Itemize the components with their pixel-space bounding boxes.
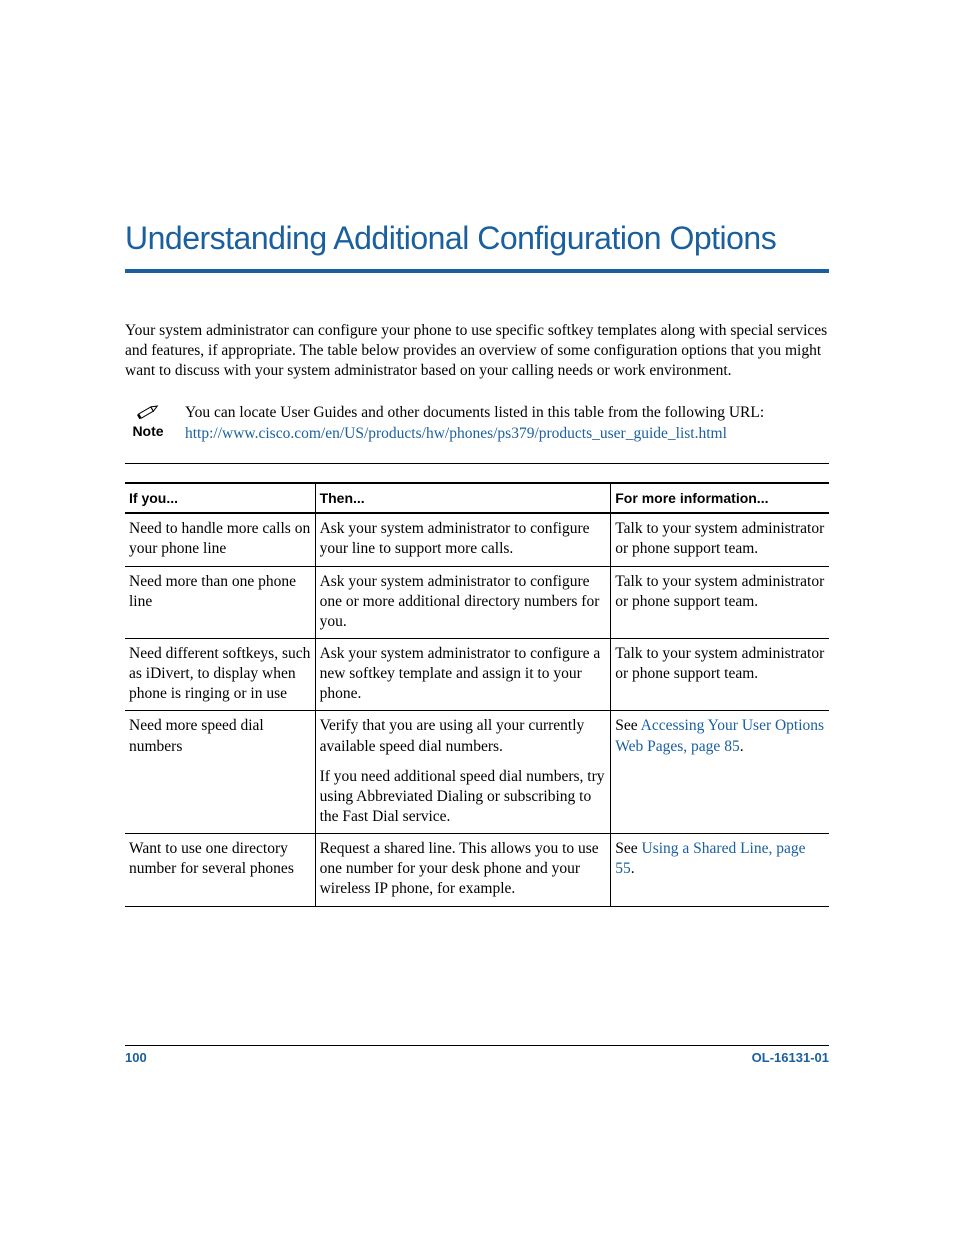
cell-info: Talk to your system administrator or pho… bbox=[611, 513, 829, 566]
note-text: You can locate User Guides and other doc… bbox=[185, 403, 829, 445]
cell-info: See Using a Shared Line, page 55. bbox=[611, 834, 829, 906]
cell-then: Request a shared line. This allows you t… bbox=[315, 834, 611, 906]
link-using-shared-line[interactable]: Using a Shared Line, page 55 bbox=[615, 840, 805, 877]
table-header-then: Then... bbox=[315, 483, 611, 513]
table-header-more-info: For more information... bbox=[611, 483, 829, 513]
cell-if: Want to use one directory number for sev… bbox=[125, 834, 315, 906]
cell-info: See Accessing Your User Options Web Page… bbox=[611, 711, 829, 834]
cell-info-suffix: . bbox=[631, 860, 635, 877]
page-number: 100 bbox=[125, 1050, 147, 1065]
cell-then-p2: If you need additional speed dial number… bbox=[320, 767, 607, 827]
cell-if: Need to handle more calls on your phone … bbox=[125, 513, 315, 566]
cell-info: Talk to your system administrator or pho… bbox=[611, 566, 829, 638]
cell-then: Ask your system administrator to configu… bbox=[315, 513, 611, 566]
table-row: Need more speed dial numbers Verify that… bbox=[125, 711, 829, 834]
note-body: You can locate User Guides and other doc… bbox=[185, 404, 764, 421]
cell-if: Need more speed dial numbers bbox=[125, 711, 315, 834]
link-accessing-user-options[interactable]: Accessing Your User Options Web Pages, p… bbox=[615, 717, 824, 754]
page-footer: 100 OL-16131-01 bbox=[125, 1045, 829, 1065]
cell-then: Ask your system administrator to configu… bbox=[315, 566, 611, 638]
note-url-link[interactable]: http://www.cisco.com/en/US/products/hw/p… bbox=[185, 425, 727, 442]
table-row: Need different softkeys, such as iDivert… bbox=[125, 638, 829, 710]
page-title: Understanding Additional Configuration O… bbox=[125, 220, 829, 257]
note-divider bbox=[125, 463, 829, 464]
cell-info: Talk to your system administrator or pho… bbox=[611, 638, 829, 710]
title-rule bbox=[125, 269, 829, 273]
cell-then: Ask your system administrator to configu… bbox=[315, 638, 611, 710]
table-header-if-you: If you... bbox=[125, 483, 315, 513]
config-options-table: If you... Then... For more information..… bbox=[125, 482, 829, 906]
cell-then-p1: Verify that you are using all your curre… bbox=[320, 716, 607, 756]
note-block: Note You can locate User Guides and othe… bbox=[125, 403, 829, 445]
note-label: Note bbox=[132, 423, 163, 439]
cell-then: Verify that you are using all your curre… bbox=[315, 711, 611, 834]
cell-info-suffix: . bbox=[740, 738, 744, 755]
cell-info-prefix: See bbox=[615, 840, 641, 857]
cell-if: Need different softkeys, such as iDivert… bbox=[125, 638, 315, 710]
table-row: Need to handle more calls on your phone … bbox=[125, 513, 829, 566]
doc-id: OL-16131-01 bbox=[752, 1050, 829, 1065]
cell-if: Need more than one phone line bbox=[125, 566, 315, 638]
table-row: Need more than one phone line Ask your s… bbox=[125, 566, 829, 638]
table-row: Want to use one directory number for sev… bbox=[125, 834, 829, 906]
cell-info-prefix: See bbox=[615, 717, 640, 734]
intro-paragraph: Your system administrator can configure … bbox=[125, 321, 829, 381]
note-pencil-icon bbox=[135, 403, 161, 421]
